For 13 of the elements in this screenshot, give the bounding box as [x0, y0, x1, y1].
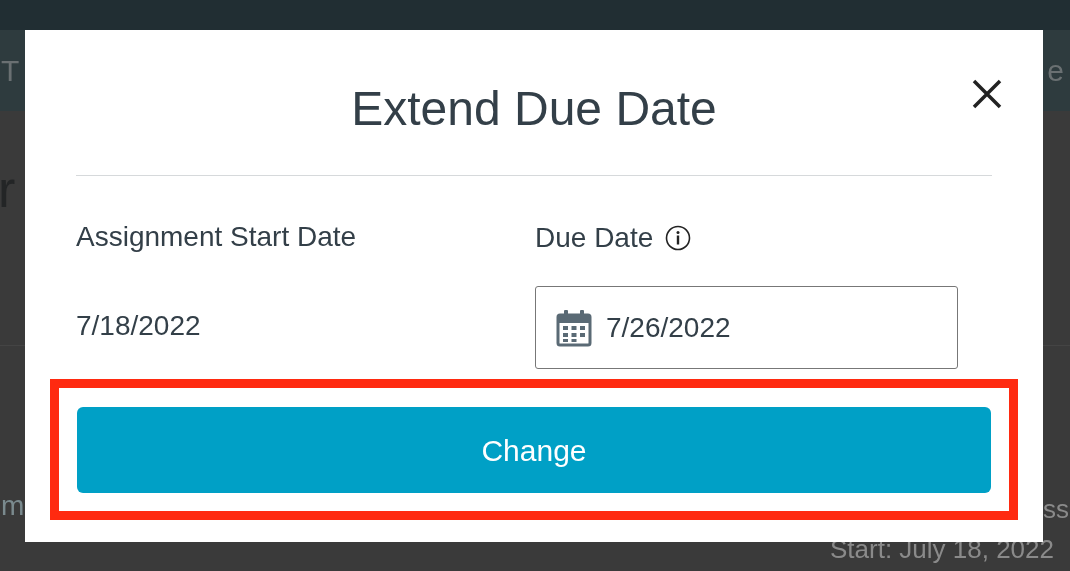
due-date-field[interactable]: 7/26/2022 — [535, 286, 958, 369]
field-label: Assignment Start Date — [76, 220, 358, 254]
close-icon — [971, 78, 1003, 110]
field-label: Due Date — [535, 221, 654, 255]
due-date-value: 7/26/2022 — [606, 310, 731, 345]
start-date-value: 7/18/2022 — [76, 309, 202, 343]
calendar-icon — [556, 308, 592, 347]
header-text: T — [1, 53, 20, 89]
row-text: m — [1, 492, 25, 520]
header-text: e — [1047, 53, 1064, 89]
row-text: ss — [1043, 496, 1069, 522]
dialog-title: Extend Due Date — [351, 80, 717, 137]
info-icon — [665, 225, 692, 251]
